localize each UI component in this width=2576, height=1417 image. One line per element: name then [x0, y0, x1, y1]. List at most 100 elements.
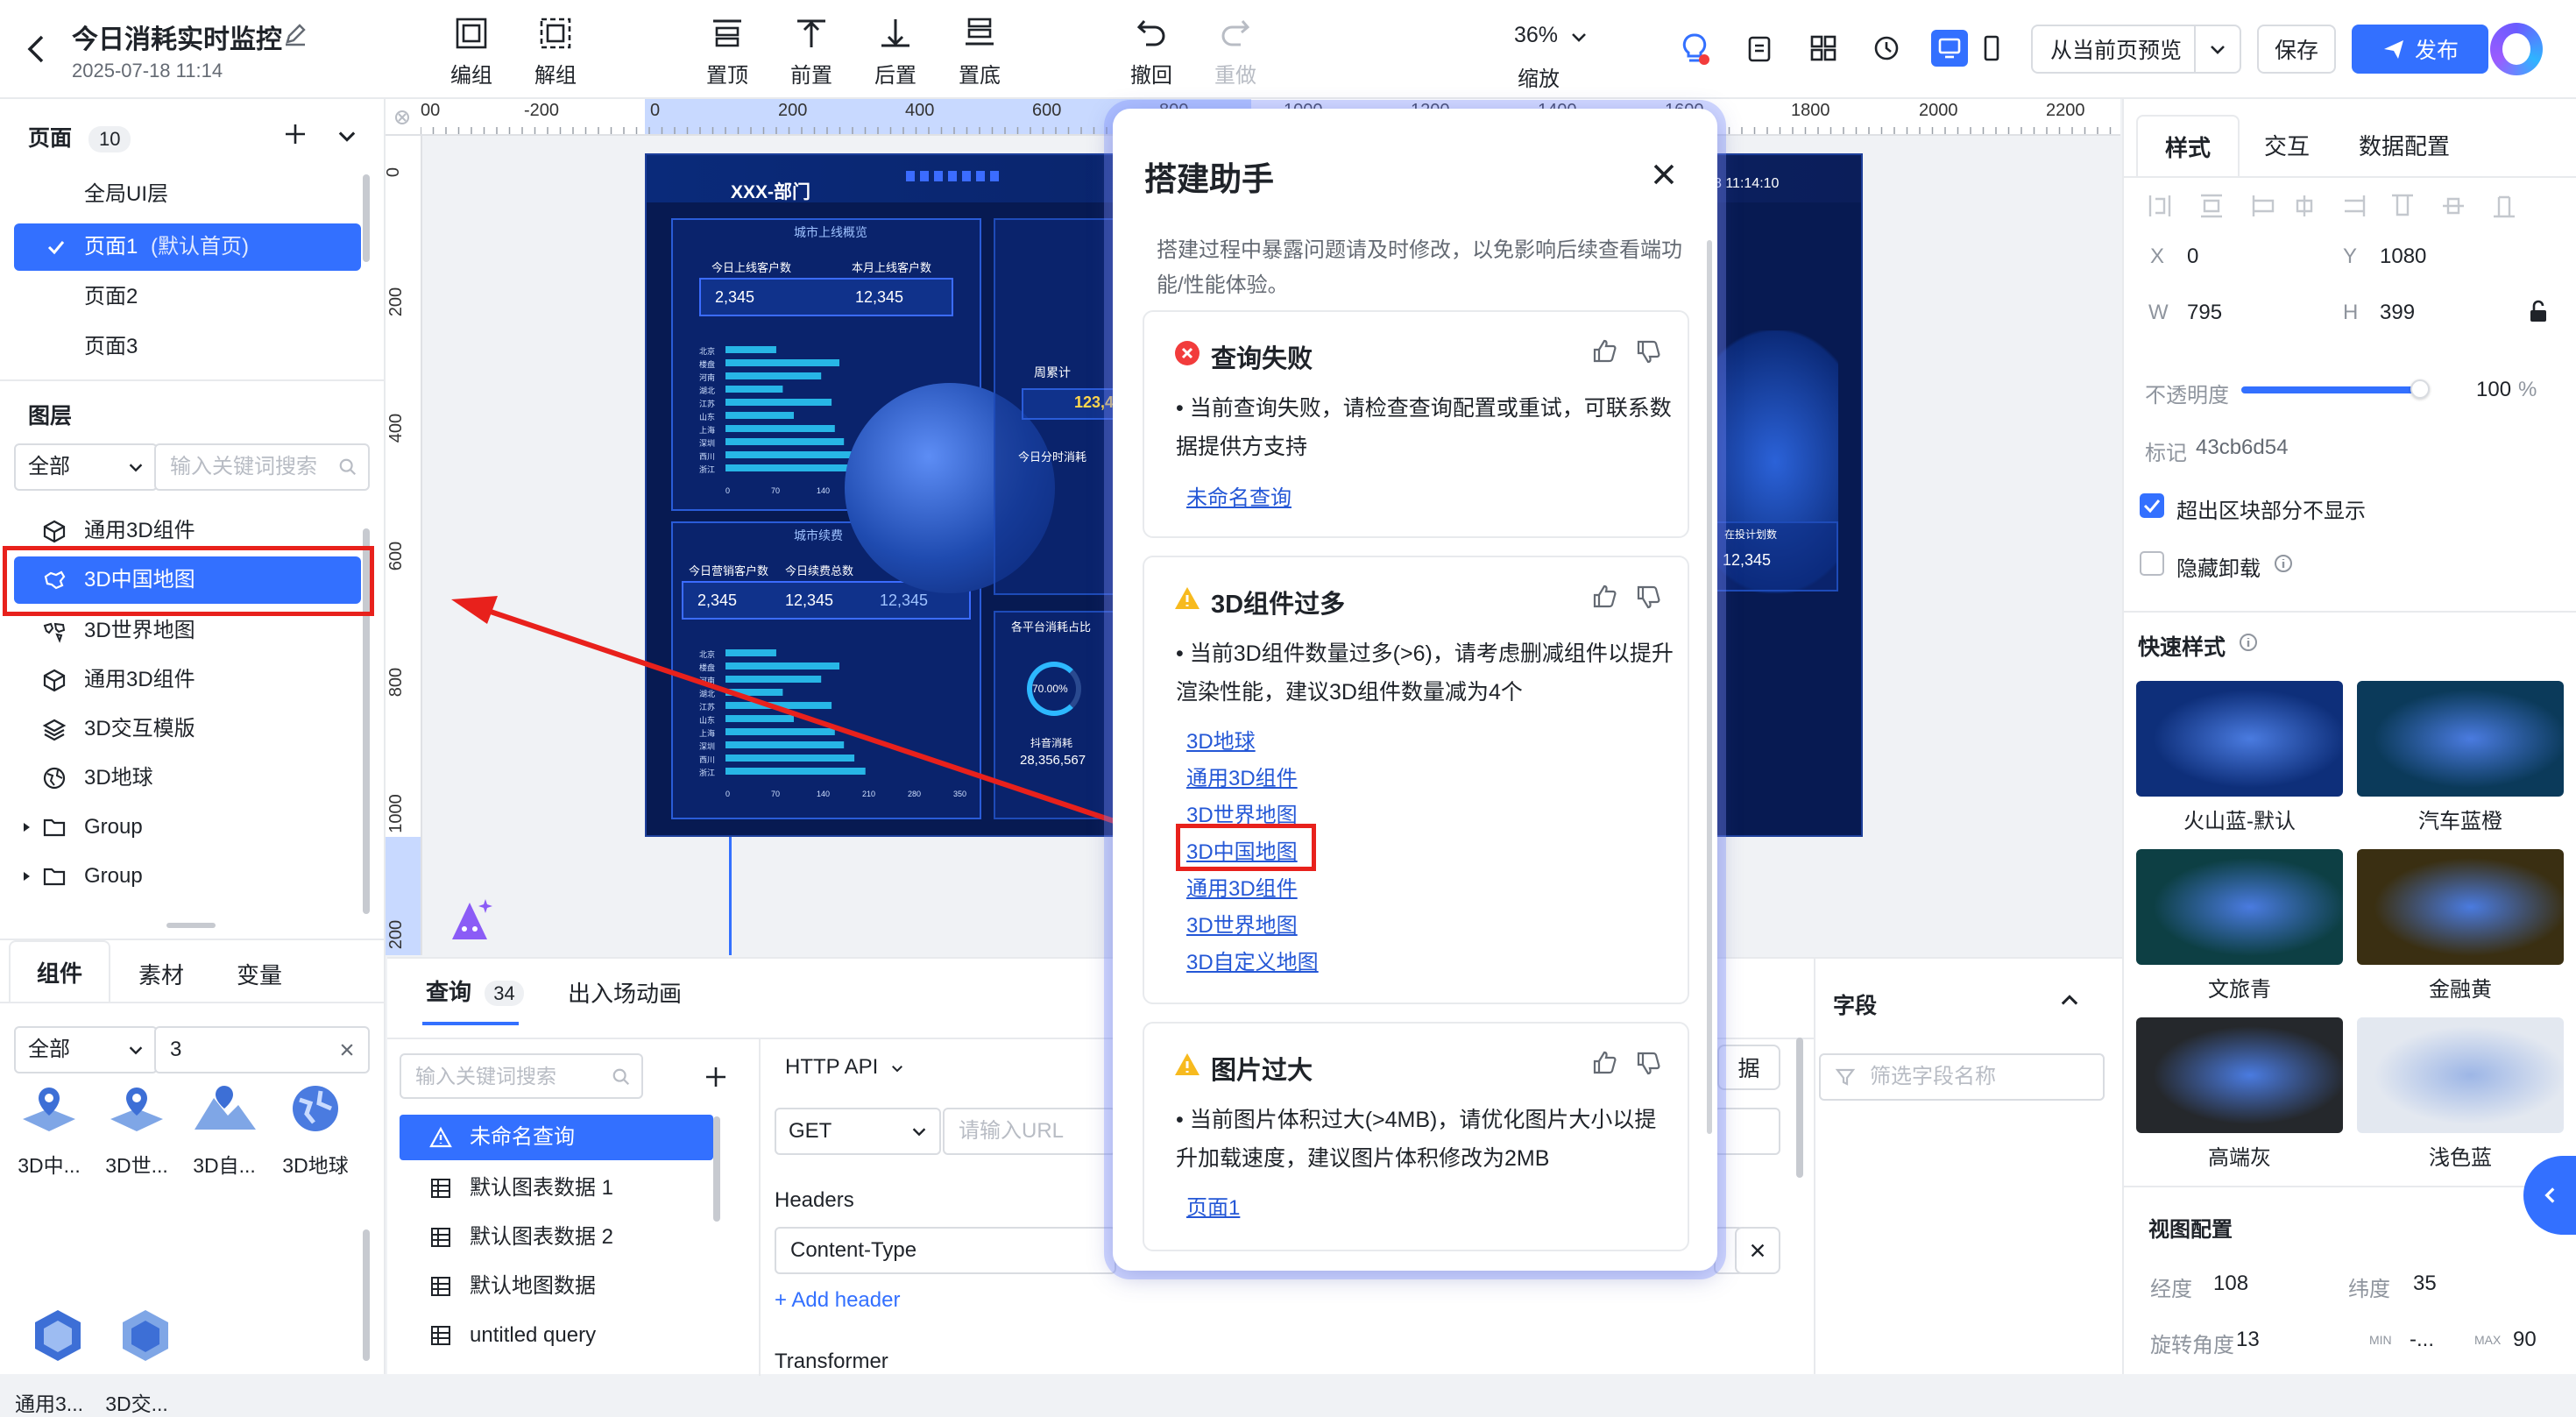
issue-link[interactable]: 3D世界地图 [1186, 908, 1298, 939]
x-input[interactable]: 0 [2187, 244, 2198, 269]
lock-icon[interactable] [2527, 299, 2550, 323]
w-input[interactable]: 795 [2187, 301, 2222, 325]
issue-link[interactable]: 未命名查询 [1186, 480, 1292, 511]
query-item[interactable]: 默认地图数据 [400, 1264, 713, 1309]
add-header-link[interactable]: + Add header [775, 1288, 900, 1313]
x-label: X [2150, 244, 2165, 268]
url-input-continued[interactable] [1714, 1108, 1780, 1155]
y-input[interactable]: 1080 [2380, 244, 2426, 269]
info-icon[interactable] [2238, 632, 2259, 653]
style-thumbnail-premium-gray[interactable] [2136, 1017, 2343, 1133]
divider [1814, 957, 1815, 1374]
opacity-label: 不透明度 [2145, 384, 2229, 407]
style-caption: 金融黄 [2429, 978, 2492, 1002]
header-key-input[interactable]: Content-Type [775, 1227, 1116, 1274]
fetch-data-button[interactable]: 据 [1717, 1045, 1780, 1090]
chevron-up-icon[interactable] [2057, 988, 2082, 1013]
dialog-title: 搭建助手 [1144, 161, 1274, 197]
style-thumbnail-auto-blue-orange[interactable] [2357, 681, 2564, 797]
issue-link[interactable]: 3D地球 [1186, 724, 1256, 755]
thumb-down-icon[interactable] [1635, 338, 1661, 365]
max-input[interactable]: 90 [2513, 1328, 2537, 1352]
view-config-label: 视图配置 [2148, 1218, 2233, 1242]
style-thumbnail-finance-gold[interactable] [2357, 849, 2564, 965]
issue-link[interactable]: 3D自定义地图 [1186, 945, 1319, 975]
issue-card-query-failed: 查询失败 • 当前查询失败，请检查查询配置或重试，可联系数据提供方支持 未命名查… [1143, 310, 1689, 538]
query-item-unnamed[interactable]: 未命名查询 [400, 1115, 713, 1160]
thumb-down-icon[interactable] [1635, 1050, 1661, 1076]
longitude-label: 经度 [2150, 1278, 2192, 1301]
issue-description: • 当前图片体积过大(>4MB)，请优化图片大小以提升加载速度，建议图片体积修改… [1176, 1108, 1657, 1171]
overflow-checkbox[interactable] [2140, 493, 2164, 518]
info-icon[interactable] [2273, 553, 2294, 574]
style-thumbnail-culture-cyan[interactable] [2136, 849, 2343, 965]
remove-header-button[interactable] [1735, 1227, 1780, 1274]
min-input[interactable]: -... [2410, 1328, 2434, 1352]
longitude-input[interactable]: 108 [2213, 1272, 2248, 1296]
table-icon [431, 1277, 450, 1296]
thumb-up-icon[interactable] [1591, 338, 1617, 365]
issue-title: 查询失败 [1211, 345, 1313, 373]
fields-filter-input[interactable]: 筛选字段名称 [1819, 1053, 2105, 1101]
issue-link[interactable]: 页面1 [1186, 1190, 1240, 1221]
query-item[interactable]: untitled query [400, 1313, 713, 1358]
right-panel: 样式 交互 数据配置 X 0 Y 1080 W 795 H 399 不透明度 1… [2122, 99, 2576, 1374]
check-icon [2143, 499, 2161, 514]
ai-assistant-icon[interactable] [445, 896, 494, 945]
rotation-input[interactable]: 13 [2236, 1328, 2260, 1352]
query-item[interactable]: 默认图表数据 1 [400, 1165, 713, 1211]
url-input[interactable]: 请输入URL [943, 1108, 1116, 1155]
w-label: W [2148, 301, 2169, 324]
style-caption: 文旅青 [2208, 978, 2271, 1002]
style-thumbnail-light-blue[interactable] [2357, 1017, 2564, 1133]
table-icon [431, 1228, 450, 1247]
issue-link[interactable]: 通用3D组件 [1186, 871, 1298, 902]
opacity-slider[interactable] [2241, 379, 2430, 399]
thumb-up-icon[interactable] [1591, 584, 1617, 610]
component-label: 3D交... [105, 1392, 168, 1415]
chevron-left-icon [2544, 1187, 2555, 1203]
api-type-select[interactable]: HTTP API [785, 1055, 905, 1080]
filter-icon [1835, 1068, 1856, 1086]
tab-interaction[interactable]: 交互 [2264, 129, 2310, 161]
query-config-scrollbar[interactable] [1796, 1038, 1803, 1178]
issue-title: 3D组件过多 [1211, 591, 1346, 619]
add-query-icon[interactable] [703, 1064, 729, 1090]
align-icons [2148, 194, 2515, 218]
latitude-input[interactable]: 35 [2413, 1272, 2437, 1296]
error-icon [1175, 341, 1200, 365]
dialog-scrollbar[interactable] [1707, 240, 1712, 1134]
query-scrollbar[interactable] [713, 1116, 720, 1222]
query-item[interactable]: 默认图表数据 2 [400, 1215, 713, 1260]
style-caption: 汽车蓝橙 [2418, 810, 2502, 833]
tab-style[interactable]: 样式 [2136, 115, 2240, 176]
tab-animation[interactable]: 出入场动画 [568, 976, 682, 1009]
issue-title: 图片过大 [1211, 1057, 1313, 1085]
opacity-value[interactable]: 100 [2476, 378, 2511, 402]
opacity-slider-knob[interactable] [2410, 379, 2430, 399]
tab-query[interactable]: 查询 34 [426, 974, 524, 1007]
query-search-input[interactable]: 输入关键词搜索 [400, 1053, 643, 1099]
thumb-down-icon[interactable] [1635, 584, 1661, 610]
hide-checkbox[interactable] [2140, 551, 2164, 576]
overflow-label: 超出区块部分不显示 [2176, 499, 2366, 523]
hide-label: 隐藏卸载 [2176, 557, 2261, 581]
quick-style-label: 快速样式 [2138, 635, 2226, 660]
highlight-box-link [1176, 824, 1316, 871]
style-thumbnail-volcano-blue[interactable] [2136, 681, 2343, 797]
tab-data-config[interactable]: 数据配置 [2359, 129, 2450, 161]
table-icon [431, 1326, 450, 1345]
style-caption: 浅色蓝 [2429, 1146, 2492, 1170]
chevron-down-icon [891, 1065, 902, 1073]
method-select[interactable]: GET [775, 1108, 941, 1155]
thumb-up-icon[interactable] [1591, 1050, 1617, 1076]
close-icon [1751, 1243, 1765, 1258]
align-toolbar[interactable] [2147, 190, 2558, 222]
latitude-label: 纬度 [2348, 1278, 2390, 1301]
issue-link[interactable]: 通用3D组件 [1186, 761, 1298, 791]
divider [2124, 611, 2576, 613]
close-icon[interactable] [1649, 159, 1679, 189]
h-input[interactable]: 399 [2380, 301, 2415, 325]
chevron-down-icon [912, 1128, 926, 1137]
transformer-label: Transformer [775, 1350, 888, 1373]
